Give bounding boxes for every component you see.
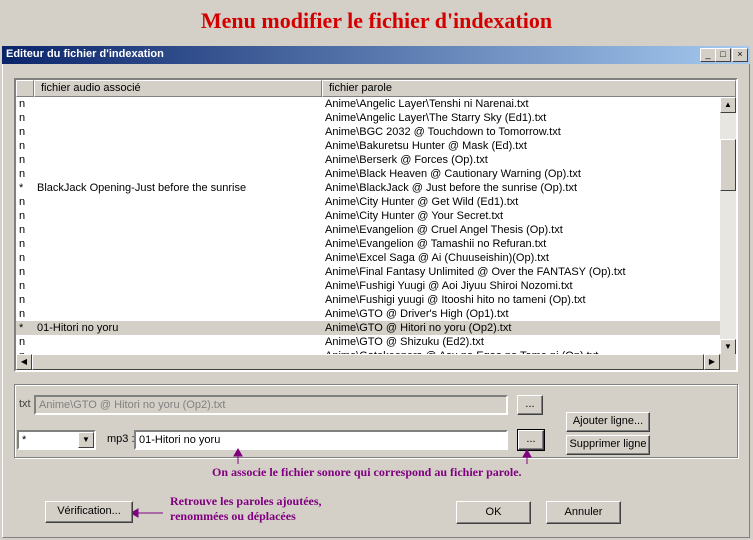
arrow-head-mp3-field xyxy=(233,447,243,457)
verify-annotation-line2: renommées ou déplacées xyxy=(170,509,296,523)
cancel-button[interactable]: Annuler xyxy=(546,501,621,524)
ok-button[interactable]: OK xyxy=(456,501,531,524)
annotation-arrows xyxy=(129,447,532,518)
verify-button[interactable]: Vérification... xyxy=(45,501,133,523)
verify-annotation-line1: Retrouve les paroles ajoutées, xyxy=(170,494,322,508)
arrow-head-mp3-browse xyxy=(522,448,532,458)
associate-annotation: On associe le fichier sonore qui corresp… xyxy=(212,465,522,479)
